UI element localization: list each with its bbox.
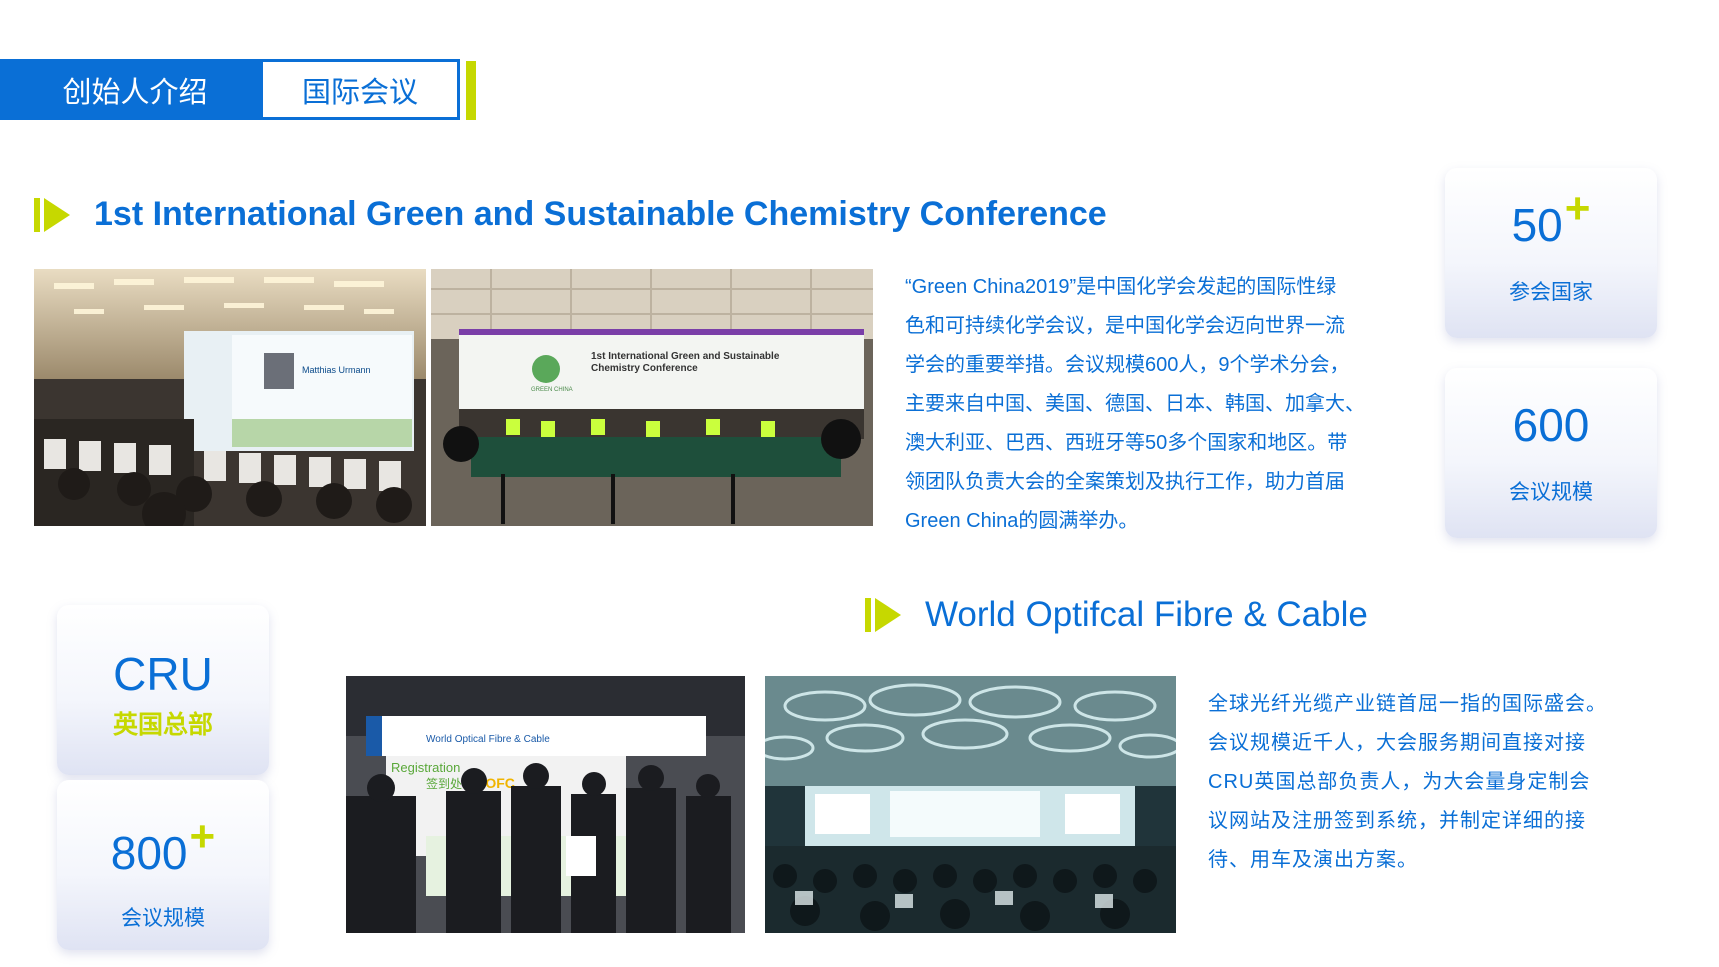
play-icon [34,196,72,234]
description-line: 学会的重要举措。会议规模600人，9个学术分会， [905,354,1350,376]
stat-label: 参会国家 [1509,281,1593,304]
tab-accent-bar [466,61,476,120]
description-line: Green China的圆满举办。 [905,510,1139,532]
stat-label: 会议规模 [121,907,205,930]
stat-card-scale: 600 会议规模 [1445,368,1657,538]
description-line: 全球光纤光缆产业链首屈一指的国际盛会。 [1208,693,1607,715]
description-line: “Green China2019”是中国化学会发起的国际性绿 [905,276,1337,298]
fibre-photo-hall [765,676,1176,933]
section-header-green-chemistry: 1st International Green and Sustainable … [34,195,1107,234]
description-line: 色和可持续化学会议，是中国化学会迈向世界一流 [905,315,1345,337]
stat-label: 英国总部 [112,711,213,739]
description-line: 待、用车及演出方案。 [1208,849,1418,871]
description-line: 澳大利亚、巴西、西班牙等50多个国家和地区。带 [905,432,1348,454]
conference-banner-text: 1st International Green and Sustainable … [591,351,780,374]
description-line: 会议规模近千人，大会服务期间直接对接 [1208,732,1586,754]
registration-sign-sub: 签到处 [426,776,462,791]
stat-label: 会议规模 [1509,481,1593,504]
conference-photo-registration: GREEN CHINA 1st International Green and … [431,269,873,526]
fibre-photo-registration: World Optical Fibre & Cable Registration… [346,676,745,933]
section-title: World Optifcal Fibre & Cable [925,595,1368,634]
description-line: 主要来自中国、美国、德国、日本、韩国、加拿大、 [905,393,1365,415]
tab-founder-intro[interactable]: 创始人介绍 [0,59,260,120]
stat-value: 800+ [110,812,216,879]
stat-card-countries: 50+ 参会国家 [1445,168,1657,338]
green-china-logo-text: GREEN CHINA [531,387,573,393]
registration-sign-text: Registration [391,760,460,775]
stat-value: 600 [1512,399,1590,451]
conference2-description: 全球光纤光缆产业链首屈一指的国际盛会。 会议规模近千人，大会服务期间直接对接 C… [1208,685,1688,880]
tab-international-conference[interactable]: 国际会议 [260,59,460,120]
plus-icon: + [1564,184,1591,233]
conference1-description: “Green China2019”是中国化学会发起的国际性绿 色和可持续化学会议… [905,268,1425,541]
conference-photo-speaker: Matthias Urmann [34,269,426,526]
description-line: CRU英国总部负责人，为大会量身定制会 [1208,771,1591,793]
speaker-name-text: Matthias Urmann [302,365,371,375]
stat-card-cru: CRU 英国总部 [57,605,269,775]
play-icon [865,596,903,634]
stat-value: CRU [113,648,213,700]
plus-icon: + [189,812,216,861]
stat-value: 50+ [1511,184,1591,251]
section-title: 1st International Green and Sustainable … [94,195,1107,233]
stat-card-scale-800: 800+ 会议规模 [57,780,269,950]
banner-text: World Optical Fibre & Cable [426,734,550,745]
section-header-optical-fibre: World Optifcal Fibre & Cable [865,595,1368,635]
description-line: 领团队负责大会的全案策划及执行工作，助力首届 [905,471,1345,493]
description-line: 议网站及注册签到系统，并制定详细的接 [1208,810,1586,832]
